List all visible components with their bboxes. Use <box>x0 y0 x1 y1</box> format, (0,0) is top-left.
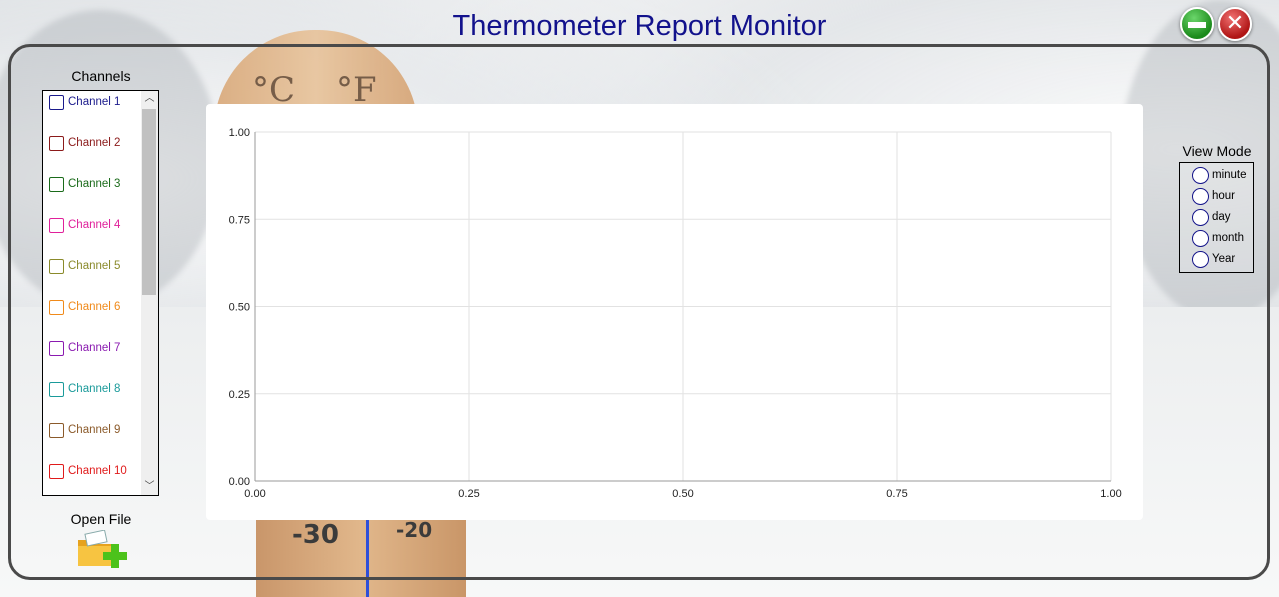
radio-label: month <box>1212 232 1244 244</box>
channel-label: Channel 2 <box>68 137 121 149</box>
channel-item[interactable]: Channel 4 <box>49 216 120 234</box>
channel-label: Channel 6 <box>68 301 121 313</box>
radio-label: hour <box>1212 190 1236 202</box>
channel-item[interactable]: Channel 7 <box>49 339 120 357</box>
channel-checkbox[interactable] <box>49 258 64 274</box>
radio-button[interactable] <box>1192 229 1209 247</box>
channel-checkbox[interactable] <box>49 381 64 397</box>
y-tick-label: 0.00 <box>229 476 250 488</box>
channel-list[interactable]: Channel 1 Channel 2 Channel 3 Channel 4 Chan… <box>42 90 159 496</box>
view-mode-option-month[interactable]: month <box>1192 229 1244 247</box>
radio-button[interactable] <box>1192 166 1209 184</box>
y-tick-label: 0.25 <box>229 389 250 401</box>
view-mode-option-day[interactable]: day <box>1192 208 1231 226</box>
x-tick-label: 1.00 <box>1100 488 1121 500</box>
view-mode-option-minute[interactable]: minute <box>1192 166 1247 184</box>
channel-checkbox[interactable] <box>49 422 64 438</box>
radio-label: day <box>1212 211 1231 223</box>
open-file-label: Open File <box>70 511 132 527</box>
radio-button[interactable] <box>1192 187 1209 205</box>
x-tick-label: 0.75 <box>886 488 907 500</box>
channel-label: Channel 7 <box>68 342 121 354</box>
radio-label: minute <box>1212 169 1247 181</box>
radio-label: Year <box>1212 253 1236 265</box>
x-tick-label: 0.50 <box>672 488 693 500</box>
y-tick-label: 1.00 <box>229 127 250 139</box>
channel-checkbox[interactable] <box>49 176 64 192</box>
channel-item[interactable]: Channel 8 <box>49 380 120 398</box>
x-tick-label: 0.25 <box>458 488 479 500</box>
folder-add-icon <box>78 529 127 568</box>
view-mode-option-hour[interactable]: hour <box>1192 187 1235 205</box>
channel-item[interactable]: Channel 9 <box>49 421 120 439</box>
close-icon: ✕ <box>1225 11 1245 36</box>
scroll-up-arrow-icon[interactable]: ︿ <box>141 91 158 107</box>
close-button[interactable]: ✕ <box>1218 7 1252 41</box>
channel-checkbox[interactable] <box>49 463 64 479</box>
channel-label: Channel 1 <box>68 96 121 108</box>
channel-item[interactable]: Channel 2 <box>49 134 120 152</box>
channel-item[interactable]: Channel 1 <box>49 93 120 111</box>
temperature-chart: 0.00 0.25 0.50 0.75 1.00 0.00 0.25 0.50 0.75 1.00 <box>229 127 1122 500</box>
view-mode-group: minute hour day month Year <box>1179 162 1254 273</box>
channel-label: Channel 3 <box>68 178 121 190</box>
scroll-thumb[interactable] <box>142 109 156 295</box>
channel-item[interactable]: Channel 10 <box>49 462 127 480</box>
radio-button[interactable] <box>1192 208 1209 226</box>
x-tick-label: 0.00 <box>244 488 265 500</box>
channel-label: Channel 10 <box>68 465 127 477</box>
channel-checkbox[interactable] <box>49 340 64 356</box>
channel-item[interactable]: Channel 5 <box>49 257 120 275</box>
app-title: Thermometer Report Monitor <box>452 10 827 42</box>
y-tick-label: 0.50 <box>229 302 250 314</box>
channels-title: Channels <box>71 68 131 84</box>
y-tick-label: 0.75 <box>229 214 250 226</box>
channel-checkbox[interactable] <box>49 217 64 233</box>
channel-label: Channel 8 <box>68 383 121 395</box>
channel-item[interactable]: Channel 3 <box>49 175 120 193</box>
radio-button[interactable] <box>1192 250 1209 268</box>
view-mode-title: View Mode <box>1182 143 1252 159</box>
scroll-down-arrow-icon[interactable]: ﹀ <box>141 479 158 495</box>
channel-label: Channel 4 <box>68 219 121 231</box>
channel-checkbox[interactable] <box>49 135 64 151</box>
open-file-button[interactable] <box>76 529 128 570</box>
channel-checkbox[interactable] <box>49 299 64 315</box>
channel-checkbox[interactable] <box>49 94 64 110</box>
view-mode-option-year[interactable]: Year <box>1192 250 1235 268</box>
channel-item[interactable]: Channel 6 <box>49 298 120 316</box>
minimize-icon <box>1188 22 1206 28</box>
channel-list-scrollbar[interactable]: ︿ ﹀ <box>141 91 158 495</box>
minimize-button[interactable] <box>1180 7 1214 41</box>
channel-label: Channel 9 <box>68 424 121 436</box>
channel-label: Channel 5 <box>68 260 121 272</box>
chart-panel: 0.00 0.25 0.50 0.75 1.00 0.00 0.25 0.50 0.75 1.00 <box>206 104 1143 520</box>
